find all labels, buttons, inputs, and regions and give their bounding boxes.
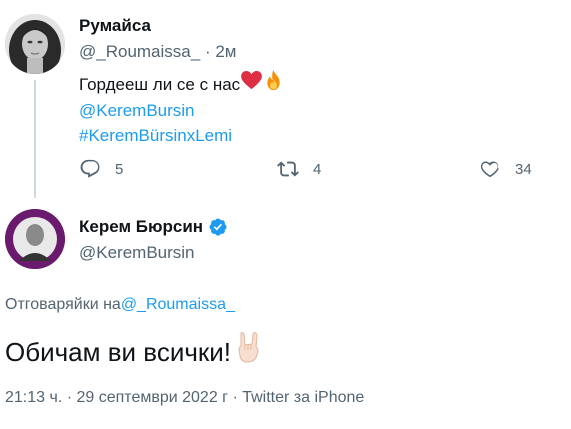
tweet-text-line: Обичам ви всички! xyxy=(5,336,232,367)
verified-badge-icon[interactable] xyxy=(208,217,228,237)
hashtag-link[interactable]: #KeremBürsinxLemi xyxy=(79,126,232,145)
retweet-button[interactable]: 4 xyxy=(277,158,321,180)
tweet-actions: 5 4 34 xyxy=(79,158,549,184)
author-name[interactable]: Румайса xyxy=(79,16,151,36)
heart-icon xyxy=(480,161,499,178)
reply-button[interactable]: 5 xyxy=(79,158,123,180)
tweet-source[interactable]: Twitter за iPhone xyxy=(242,389,364,406)
mention-link[interactable]: @KeremBursin xyxy=(79,101,195,120)
tweet-date[interactable]: 29 септември 2022 г xyxy=(76,389,228,406)
avatar[interactable] xyxy=(5,14,65,74)
thread-connector-line xyxy=(34,80,36,198)
red-heart-emoji-icon xyxy=(241,71,263,97)
replying-prefix: Отговаряйки на xyxy=(5,296,121,313)
rock-hand-emoji-icon xyxy=(235,331,263,372)
tweet-text: Обичам ви всички! xyxy=(5,331,263,372)
author-handle-row: @_Roumaissa_ · 2м xyxy=(79,42,236,62)
fire-emoji-icon xyxy=(264,70,283,98)
like-count: 34 xyxy=(515,160,532,178)
author-handle[interactable]: @_Roumaissa_ xyxy=(79,42,200,61)
retweet-icon xyxy=(277,161,299,177)
reply-count: 5 xyxy=(115,160,124,178)
like-button[interactable]: 34 xyxy=(479,158,532,180)
tweet-meta: 21:13 ч. · 29 септември 2022 г · Twitter… xyxy=(5,389,365,406)
reply-icon xyxy=(80,159,100,178)
tweet-text-line: Гордееш ли се с нас xyxy=(79,74,241,94)
replying-to-link[interactable]: @_Roumaissa_ xyxy=(121,296,235,313)
author-name[interactable]: Керем Бюрсин xyxy=(79,217,203,237)
tweet-time[interactable]: 21:13 ч. xyxy=(5,389,62,406)
replying-to: Отговаряйки на@_Roumaissa_ xyxy=(5,296,235,314)
avatar[interactable] xyxy=(5,209,65,269)
author-handle[interactable]: @KeremBursin xyxy=(79,243,195,263)
tweet-text: Гордееш ли се с нас @KeremBursin #KeremB… xyxy=(79,70,283,148)
author-name-row: Керем Бюрсин xyxy=(79,217,228,237)
retweet-count: 4 xyxy=(313,160,322,178)
tweet-time[interactable]: · 2м xyxy=(205,42,237,61)
